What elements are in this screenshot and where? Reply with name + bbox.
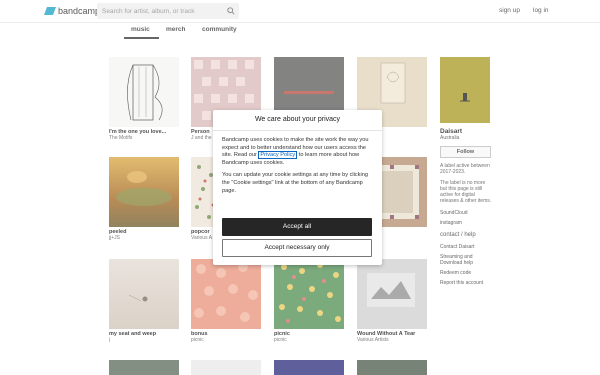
accept-necessary-button[interactable]: Accept necessary only <box>222 239 372 257</box>
cookie-settings-note: You can update your cookie settings at a… <box>222 172 368 194</box>
privacy-policy-link[interactable]: Privacy Policy <box>258 151 298 160</box>
dialog-body: Bandcamp uses cookies to make the site w… <box>213 131 382 195</box>
cookie-explanation: Bandcamp uses cookies to make the site w… <box>222 137 373 167</box>
dialog-title: We care about your privacy <box>213 110 382 131</box>
accept-all-button[interactable]: Accept all <box>222 218 372 236</box>
cookie-consent-dialog: We care about your privacy Bandcamp uses… <box>213 110 382 265</box>
